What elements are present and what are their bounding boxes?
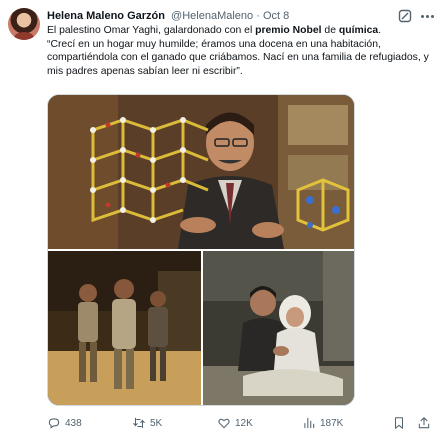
tweet-quote: “Crecí en un hogar muy humilde; éramos u… xyxy=(47,38,429,77)
reply-count: 438 xyxy=(65,417,82,429)
retweet-button[interactable]: 5K xyxy=(132,414,162,432)
like-button[interactable]: 12K xyxy=(217,414,253,432)
tweet-date[interactable]: Oct 8 xyxy=(263,10,289,22)
bookmark-button[interactable] xyxy=(392,414,410,432)
author-handle[interactable]: @HelenaMaleno xyxy=(171,10,253,22)
views-icon xyxy=(304,417,315,429)
like-count: 12K xyxy=(235,417,253,429)
reply-icon xyxy=(48,418,60,429)
heart-icon xyxy=(218,418,230,429)
bookmark-icon xyxy=(394,417,404,429)
retweet-count: 5K xyxy=(150,417,163,429)
photo-children[interactable] xyxy=(48,251,201,405)
views-count: 187K xyxy=(320,417,344,429)
grok-icon[interactable] xyxy=(397,8,413,24)
author-avatar[interactable] xyxy=(8,8,40,40)
tweet-media[interactable] xyxy=(47,94,355,406)
tweet-text-part: El palestino Omar Yaghi, galardonado con… xyxy=(47,25,256,36)
separator-dot: · xyxy=(256,10,260,22)
more-icon[interactable] xyxy=(418,8,436,24)
photo-family[interactable] xyxy=(203,251,354,405)
share-icon xyxy=(418,417,430,429)
tweet-text-bold: premio Nobel xyxy=(255,25,322,36)
tweet-text: El palestino Omar Yaghi, galardonado con… xyxy=(47,24,437,78)
tweet-header: Helena Maleno Garzón @HelenaMaleno · Oct… xyxy=(47,8,432,24)
share-button[interactable] xyxy=(417,414,435,432)
tweet-text-part: . xyxy=(378,25,382,36)
retweet-icon xyxy=(133,417,145,429)
reply-button[interactable]: 438 xyxy=(47,414,82,432)
tweet-text-part: de xyxy=(321,25,339,36)
photo-scientist[interactable] xyxy=(48,95,354,249)
tweet-actions: 438 5K 12K 187K xyxy=(47,414,437,432)
views-button[interactable]: 187K xyxy=(302,414,343,432)
tweet-text-bold: química xyxy=(338,25,379,36)
author-name[interactable]: Helena Maleno Garzón xyxy=(47,10,165,22)
